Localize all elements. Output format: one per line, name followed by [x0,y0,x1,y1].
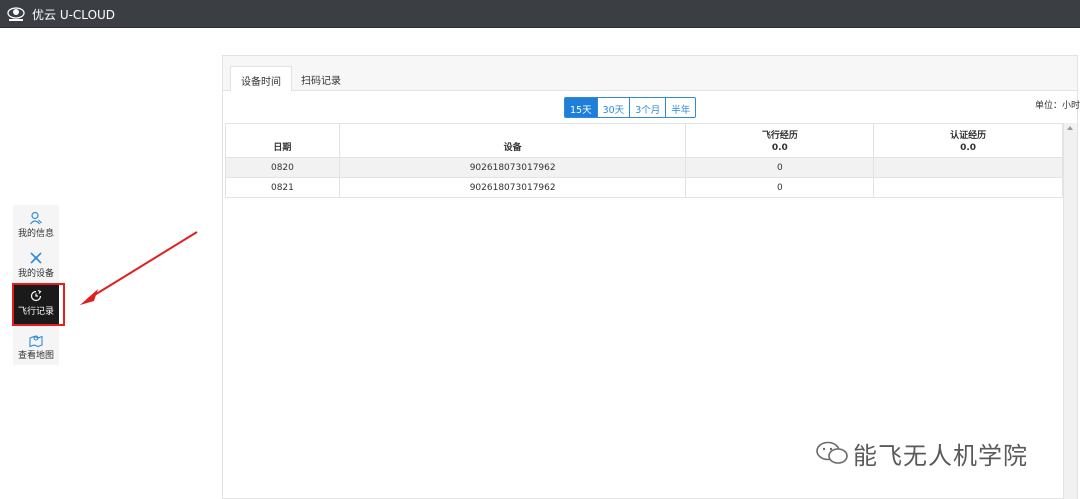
highlight-frame [12,283,65,326]
cell-date: 0820 [225,157,340,178]
top-bar: 优云 U-CLOUD [0,0,1080,28]
cert-total-value: 0.0 [960,143,977,153]
tab-scan-records[interactable]: 扫码记录 [295,66,347,91]
table-row[interactable]: 0821 902618073017962 0 [225,177,1063,198]
table-row[interactable]: 0820 902618073017962 0 [225,157,1063,178]
unit-label: 单位：小时 [1035,101,1080,111]
flight-records-table: 日期 设备 飞行经历 0.0 认证经历 0.0 0820 90261807301… [225,123,1063,198]
column-header-flight[interactable]: 飞行经历 0.0 [685,123,875,158]
wechat-icon [816,441,848,464]
sidebar-item-label: 我的信息 [17,229,54,239]
tab-device-time[interactable]: 设备时间 [230,66,292,92]
table-scrollbar[interactable] [1063,123,1077,499]
cell-flight: 0 [685,177,875,198]
sidebar-item-label: 查看地图 [17,351,54,361]
ucloud-logo-icon [7,7,25,21]
cell-cert [873,157,1063,178]
table-header-row: 日期 设备 飞行经历 0.0 认证经历 0.0 [225,123,1063,158]
range-15-days-button[interactable]: 15天 [564,97,598,118]
column-header-date[interactable]: 日期 [225,123,340,158]
app-title: 优云 U-CLOUD [32,8,116,22]
sidebar-item-my-info[interactable]: 我的信息 [13,207,59,247]
flight-header-label: 飞行经历 [761,131,798,141]
annotation-arrow-icon [80,231,198,305]
tab-bar: 设备时间 扫码记录 [223,56,1077,92]
watermark-text: 能飞无人机学院 [853,441,1028,470]
user-icon [30,211,42,225]
range-30-days-button[interactable]: 30天 [597,97,631,118]
watermark: 能飞无人机学院 [815,438,1028,470]
cell-device: 902618073017962 [338,177,687,198]
cert-header-label: 认证经历 [950,131,987,141]
time-range-selector: 15天 30天 3个月 半年 [564,97,697,118]
sidebar-item-view-map[interactable]: 查看地图 [13,329,59,369]
main-panel: 设备时间 扫码记录 15天 30天 3个月 半年 单位：小时 日期 设备 飞行经… [222,55,1080,499]
drone-icon [30,252,42,264]
flight-total-value: 0.0 [771,143,788,153]
range-half-year-button[interactable]: 半年 [666,97,697,118]
map-icon [29,335,43,347]
column-header-device[interactable]: 设备 [338,123,687,158]
cell-flight: 0 [685,157,875,178]
cell-date: 0821 [225,177,340,198]
cell-cert [873,177,1063,198]
sidebar-item-my-device[interactable]: 我的设备 [13,247,59,287]
sidebar-item-label: 我的设备 [17,269,54,279]
range-3-months-button[interactable]: 3个月 [630,97,667,118]
scroll-up-arrow-icon[interactable] [1067,126,1073,130]
cell-device: 902618073017962 [338,157,687,178]
column-header-cert[interactable]: 认证经历 0.0 [873,123,1063,158]
